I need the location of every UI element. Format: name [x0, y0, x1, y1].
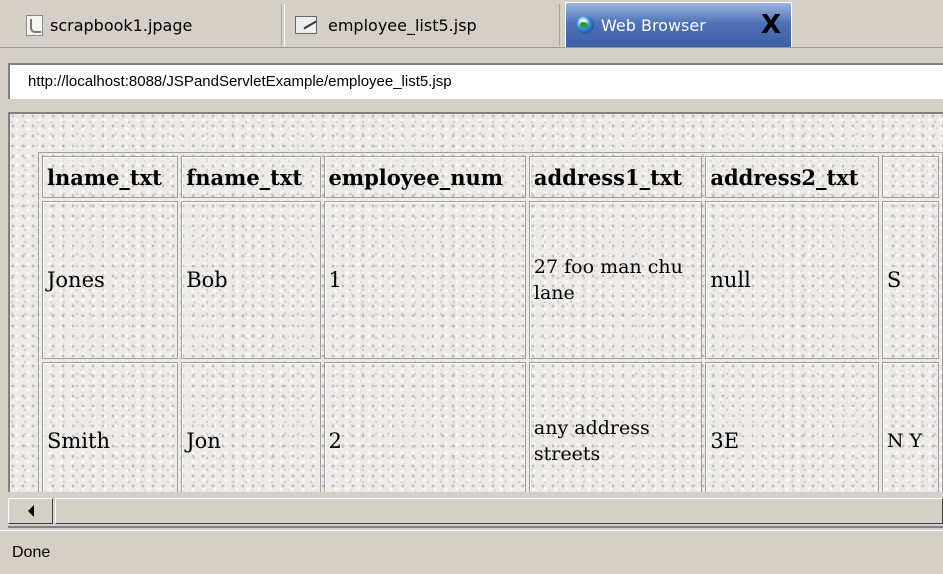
tab-scrapbook-label: scrapbook1.jpage	[50, 15, 193, 35]
column-header	[881, 156, 939, 198]
column-header: address2_txt	[705, 156, 879, 198]
table-row: Jones Bob 1 27 foo man chu lane null S	[42, 201, 939, 359]
table-header-row: lname_txt fname_txt employee_num address…	[42, 156, 939, 198]
scrollbar-thumb[interactable]	[55, 498, 943, 524]
scrollbar-divider	[8, 526, 943, 528]
column-header: employee_num	[323, 156, 526, 198]
table-row: Smith Jon 2 any address streets 3E N Y	[42, 362, 939, 492]
column-header: lname_txt	[42, 156, 179, 198]
column-header: fname_txt	[181, 156, 321, 198]
arrow-left-icon	[27, 505, 34, 517]
url-address-field[interactable]: http://localhost:8088/JSPandServletExamp…	[8, 63, 943, 99]
table-cell: any address streets	[528, 362, 703, 492]
table-cell: Smith	[42, 362, 179, 492]
tab-web-browser[interactable]: Web Browser X	[565, 2, 792, 47]
table-cell: null	[705, 201, 879, 359]
scroll-left-button[interactable]	[8, 498, 53, 524]
column-header: address1_txt	[528, 156, 703, 198]
tab-employee-list[interactable]: employee_list5.jsp	[284, 4, 560, 46]
table-cell: N Y	[881, 362, 939, 492]
globe-icon	[576, 16, 594, 34]
status-bar: Done	[0, 530, 943, 573]
status-text: Done	[12, 544, 51, 561]
table-cell: Bob	[181, 201, 321, 359]
browser-content-pane: lname_txt fname_txt employee_num address…	[8, 112, 943, 492]
tab-employee-list-label: employee_list5.jsp	[328, 15, 477, 35]
table-cell: 3E	[705, 362, 879, 492]
tab-web-browser-label: Web Browser	[601, 15, 706, 35]
horizontal-scrollbar[interactable]	[8, 494, 943, 528]
table-cell: 2	[323, 362, 526, 492]
jpage-file-icon	[26, 14, 43, 36]
table-cell: Jon	[181, 362, 321, 492]
table-cell: 27 foo man chu lane	[528, 201, 703, 359]
table-cell: Jones	[42, 201, 179, 359]
table-cell: S	[881, 201, 939, 359]
close-tab-icon[interactable]: X	[761, 12, 781, 38]
table-cell: 1	[323, 201, 526, 359]
jsp-file-icon	[295, 14, 321, 36]
tab-scrapbook[interactable]: scrapbook1.jpage	[16, 4, 282, 46]
editor-tab-strip: scrapbook1.jpage employee_list5.jsp Web …	[0, 0, 943, 48]
employee-table: lname_txt fname_txt employee_num address…	[38, 152, 943, 492]
